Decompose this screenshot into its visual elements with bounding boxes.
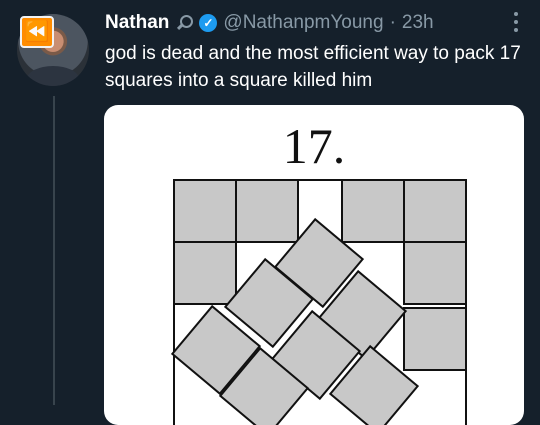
- author-name[interactable]: Nathan: [105, 12, 169, 34]
- more-dot: [514, 20, 518, 24]
- packed-square: [403, 241, 467, 305]
- packed-square: [235, 179, 299, 243]
- separator-dot: ·: [389, 12, 396, 33]
- tweet-header: Nathan ✓ @NathanpmYoung · 23h: [105, 10, 434, 36]
- tweet-media-image[interactable]: 17.: [104, 105, 524, 425]
- more-dot: [514, 12, 518, 16]
- more-options-icon[interactable]: [514, 12, 518, 32]
- avatar-shirt: [27, 66, 79, 86]
- packed-square: [173, 179, 237, 243]
- author-handle[interactable]: @NathanpmYoung: [223, 12, 383, 34]
- packed-square: [403, 307, 467, 371]
- packed-square: [341, 179, 405, 243]
- packed-square: [173, 241, 237, 305]
- rewind-icon: ⏪: [20, 16, 54, 48]
- tweet-text: god is dead and the most efficient way t…: [105, 43, 521, 91]
- magnifying-glass-icon: [175, 14, 194, 32]
- tweet-time[interactable]: 23h: [402, 12, 434, 34]
- packed-square: [403, 179, 467, 243]
- more-dot: [514, 28, 518, 32]
- thread-line: [53, 96, 55, 405]
- verified-badge-icon: ✓: [199, 14, 218, 32]
- square-packing-figure: [170, 179, 467, 425]
